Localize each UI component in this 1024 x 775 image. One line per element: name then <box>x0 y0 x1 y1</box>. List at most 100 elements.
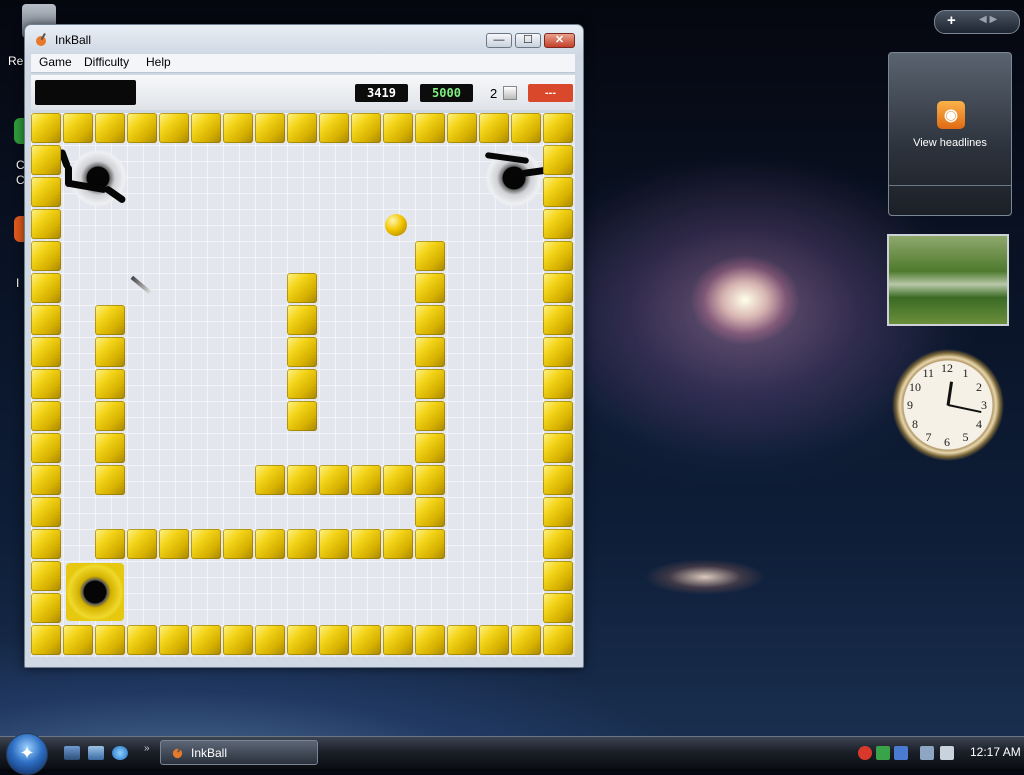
wall-tile <box>415 113 445 143</box>
clock-gadget[interactable]: 12 1 2 3 4 5 6 7 8 9 10 11 <box>889 346 1007 464</box>
wall-tile <box>287 401 317 431</box>
wall-tile <box>255 113 285 143</box>
wall-tile <box>127 113 157 143</box>
gadget-nav-arrows-icon[interactable]: ◀ ▶ <box>979 14 997 25</box>
wall-tile <box>127 625 157 655</box>
wall-tile <box>543 625 573 655</box>
gold-ball-icon <box>385 214 407 236</box>
wall-tile <box>31 273 61 303</box>
wall-tile <box>31 145 61 175</box>
wall-tile <box>31 465 61 495</box>
wall-tile <box>223 625 253 655</box>
wall-tile <box>95 337 125 367</box>
clock-number: 5 <box>962 430 969 445</box>
clock-minute-hand <box>947 404 982 414</box>
menu-difficulty[interactable]: Difficulty <box>84 55 129 69</box>
clock-number: 2 <box>976 379 983 394</box>
windows-logo-icon: ✦ <box>19 743 35 763</box>
maximize-button[interactable]: ☐ <box>515 33 541 48</box>
wall-tile <box>415 465 445 495</box>
gadget-divider <box>889 185 1011 186</box>
wall-tile <box>255 625 285 655</box>
sidebar-controls[interactable]: + ◀ ▶ <box>934 10 1020 34</box>
taskbar-inkball-button[interactable]: InkBall <box>160 740 318 765</box>
menu-game[interactable]: Game <box>39 55 72 69</box>
ball-count-icon <box>503 86 517 100</box>
update-icon[interactable] <box>876 746 890 760</box>
wall-tile <box>287 625 317 655</box>
security-alert-icon[interactable] <box>858 746 872 760</box>
wall-tile <box>447 625 477 655</box>
start-button[interactable]: ✦ <box>6 733 48 775</box>
wall-tile <box>543 593 573 623</box>
clock-number: 7 <box>925 430 932 445</box>
wall-tile <box>415 433 445 463</box>
internet-explorer-icon[interactable] <box>112 746 128 760</box>
target-score: 5000 <box>420 84 473 102</box>
clock-number: 11 <box>922 365 935 380</box>
quicklaunch-chevron-icon[interactable]: » <box>144 743 150 754</box>
wall-tile <box>543 433 573 463</box>
network-icon[interactable] <box>920 746 934 760</box>
wall-tile <box>95 113 125 143</box>
wall-tile <box>31 561 61 591</box>
wall-tile <box>287 337 317 367</box>
ink-pen-cursor-icon <box>130 275 152 295</box>
clock-number: 8 <box>911 416 918 431</box>
wall-tile <box>127 529 157 559</box>
clock-number: 3 <box>981 398 987 412</box>
wall-tile <box>191 529 221 559</box>
wall-tile <box>319 529 349 559</box>
wall-tile <box>31 209 61 239</box>
volume-muted-icon[interactable] <box>940 746 954 760</box>
minimize-button[interactable]: — <box>486 33 512 48</box>
wall-tile <box>31 593 61 623</box>
clock-number: 9 <box>907 398 913 412</box>
add-gadget-icon[interactable]: + <box>947 12 956 29</box>
wall-tile <box>95 401 125 431</box>
close-icon: ✕ <box>554 34 565 46</box>
wall-tile <box>351 625 381 655</box>
clock-number: 4 <box>976 416 983 431</box>
inkball-window: InkBall — ☐ ✕ Game Difficulty Help 3419 … <box>24 24 584 668</box>
wall-tile <box>543 209 573 239</box>
inkball-app-icon <box>172 746 183 759</box>
switch-windows-icon[interactable] <box>88 746 104 760</box>
wall-tile <box>415 273 445 303</box>
clock-number: 10 <box>908 379 921 394</box>
wall-tile <box>31 433 61 463</box>
game-board[interactable] <box>31 113 575 657</box>
slideshow-gadget[interactable] <box>887 234 1009 326</box>
wall-tile <box>319 113 349 143</box>
wall-tile <box>287 529 317 559</box>
status-indicator[interactable]: --- <box>528 84 573 102</box>
wall-tile <box>351 113 381 143</box>
wall-tile <box>543 145 573 175</box>
tray-app-icon[interactable] <box>894 746 908 760</box>
current-score: 3419 <box>355 84 408 102</box>
wall-tile <box>415 401 445 431</box>
wall-tile <box>95 529 125 559</box>
wall-tile <box>31 401 61 431</box>
desktop-icon-label: I <box>16 276 20 290</box>
taskbar-clock[interactable]: 12:17 AM <box>970 745 1021 759</box>
wall-tile <box>31 337 61 367</box>
wall-tile <box>543 369 573 399</box>
wall-tile <box>479 113 509 143</box>
wall-tile <box>95 305 125 335</box>
wall-tile <box>31 369 61 399</box>
wall-tile <box>31 177 61 207</box>
view-headlines-link[interactable]: View headlines <box>889 137 1011 149</box>
wall-tile <box>383 465 413 495</box>
title-bar[interactable]: InkBall — ☐ ✕ <box>25 25 583 55</box>
maximize-icon: ☐ <box>523 34 533 46</box>
close-button[interactable]: ✕ <box>544 33 575 48</box>
feed-headlines-gadget[interactable]: ◉ View headlines <box>888 52 1012 216</box>
show-desktop-icon[interactable] <box>64 746 80 760</box>
wall-tile <box>95 625 125 655</box>
wall-tile <box>159 625 189 655</box>
score-toolbar: 3419 5000 2 --- <box>31 75 575 110</box>
menu-help[interactable]: Help <box>146 55 171 69</box>
wall-tile <box>223 113 253 143</box>
clock-hour-hand <box>946 381 954 406</box>
